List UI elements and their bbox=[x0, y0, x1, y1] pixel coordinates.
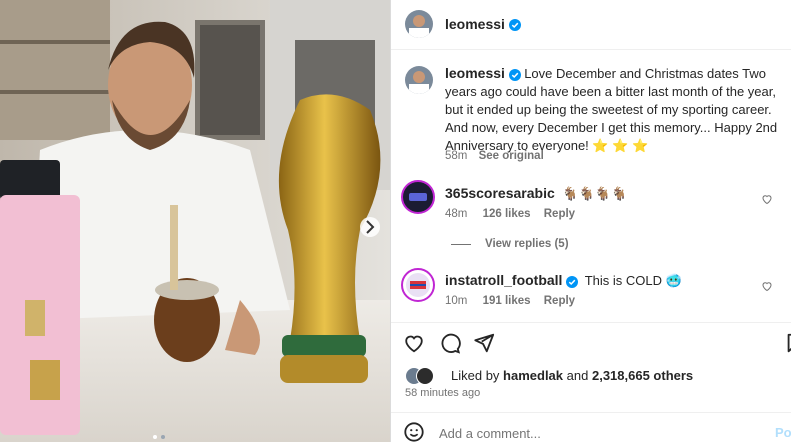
post-author[interactable]: leomessi bbox=[445, 16, 522, 34]
comment-row: instatroll_football This is COLD 🥶 bbox=[445, 272, 682, 289]
post-author-username[interactable]: leomessi bbox=[445, 16, 505, 32]
liked-by-and: and bbox=[566, 368, 589, 383]
comment-bubble-icon[interactable] bbox=[439, 332, 461, 354]
verified-badge-icon bbox=[509, 18, 522, 31]
caption-time: 58m bbox=[445, 150, 468, 162]
header-divider bbox=[391, 49, 791, 50]
like-heart-icon[interactable] bbox=[403, 332, 425, 354]
comment-meta: 10m 191 likes Reply bbox=[445, 295, 575, 307]
comment-time: 48m bbox=[445, 208, 468, 220]
post-author-avatar[interactable] bbox=[405, 10, 433, 38]
comment-avatar[interactable] bbox=[401, 268, 435, 302]
post-timestamp[interactable]: 58 minutes ago bbox=[405, 387, 480, 399]
comment-avatar[interactable] bbox=[401, 180, 435, 214]
liked-by-avatars[interactable] bbox=[405, 367, 441, 385]
caption-username[interactable]: leomessi bbox=[445, 65, 505, 81]
comment-row: 365scoresarabic 🐐🐐🐐🐐 bbox=[445, 185, 627, 202]
save-bookmark-icon[interactable] bbox=[784, 332, 791, 354]
post-comment-button[interactable]: Po bbox=[775, 425, 791, 440]
view-replies-button[interactable]: View replies (5) bbox=[485, 238, 569, 250]
liked-by-count[interactable]: 2,318,665 others bbox=[592, 368, 693, 383]
comment-input[interactable] bbox=[437, 422, 741, 444]
liked-by-prefix: Liked by bbox=[451, 368, 500, 383]
liker-avatar bbox=[416, 367, 434, 385]
comment-likes[interactable]: 126 likes bbox=[483, 208, 531, 220]
caption-meta: 58m See original bbox=[445, 150, 544, 162]
comment-time: 10m bbox=[445, 295, 468, 307]
comment-text: 🐐🐐🐐🐐 bbox=[562, 186, 628, 201]
comment-likes[interactable]: 191 likes bbox=[483, 295, 531, 307]
verified-badge-icon bbox=[566, 275, 579, 288]
reply-button[interactable]: Reply bbox=[544, 208, 575, 220]
caption: leomessi Love December and Christmas dat… bbox=[445, 64, 783, 155]
comment-username[interactable]: 365scoresarabic bbox=[445, 185, 555, 201]
post-photo bbox=[0, 0, 390, 442]
actions-divider bbox=[391, 322, 791, 323]
heart-icon[interactable] bbox=[761, 280, 773, 292]
emoji-icon[interactable] bbox=[403, 421, 425, 443]
liked-by-user[interactable]: hamedlak bbox=[503, 368, 563, 383]
comment-meta: 48m 126 likes Reply bbox=[445, 208, 575, 220]
liked-by-text: Liked by hamedlak and 2,318,665 others bbox=[451, 368, 693, 383]
post-panel: leomessi leomessi Love December and Chri… bbox=[390, 0, 791, 444]
see-original-link[interactable]: See original bbox=[479, 150, 544, 162]
view-replies-line bbox=[451, 244, 471, 245]
caption-avatar[interactable] bbox=[405, 66, 433, 94]
verified-badge-icon bbox=[508, 68, 521, 81]
comment-username[interactable]: instatroll_football bbox=[445, 272, 562, 288]
comment-box-divider bbox=[391, 412, 791, 413]
reply-button[interactable]: Reply bbox=[544, 295, 575, 307]
comment-text: This is COLD 🥶 bbox=[584, 273, 682, 288]
share-send-icon[interactable] bbox=[473, 332, 495, 354]
heart-icon[interactable] bbox=[761, 193, 773, 205]
post-image bbox=[0, 0, 390, 442]
